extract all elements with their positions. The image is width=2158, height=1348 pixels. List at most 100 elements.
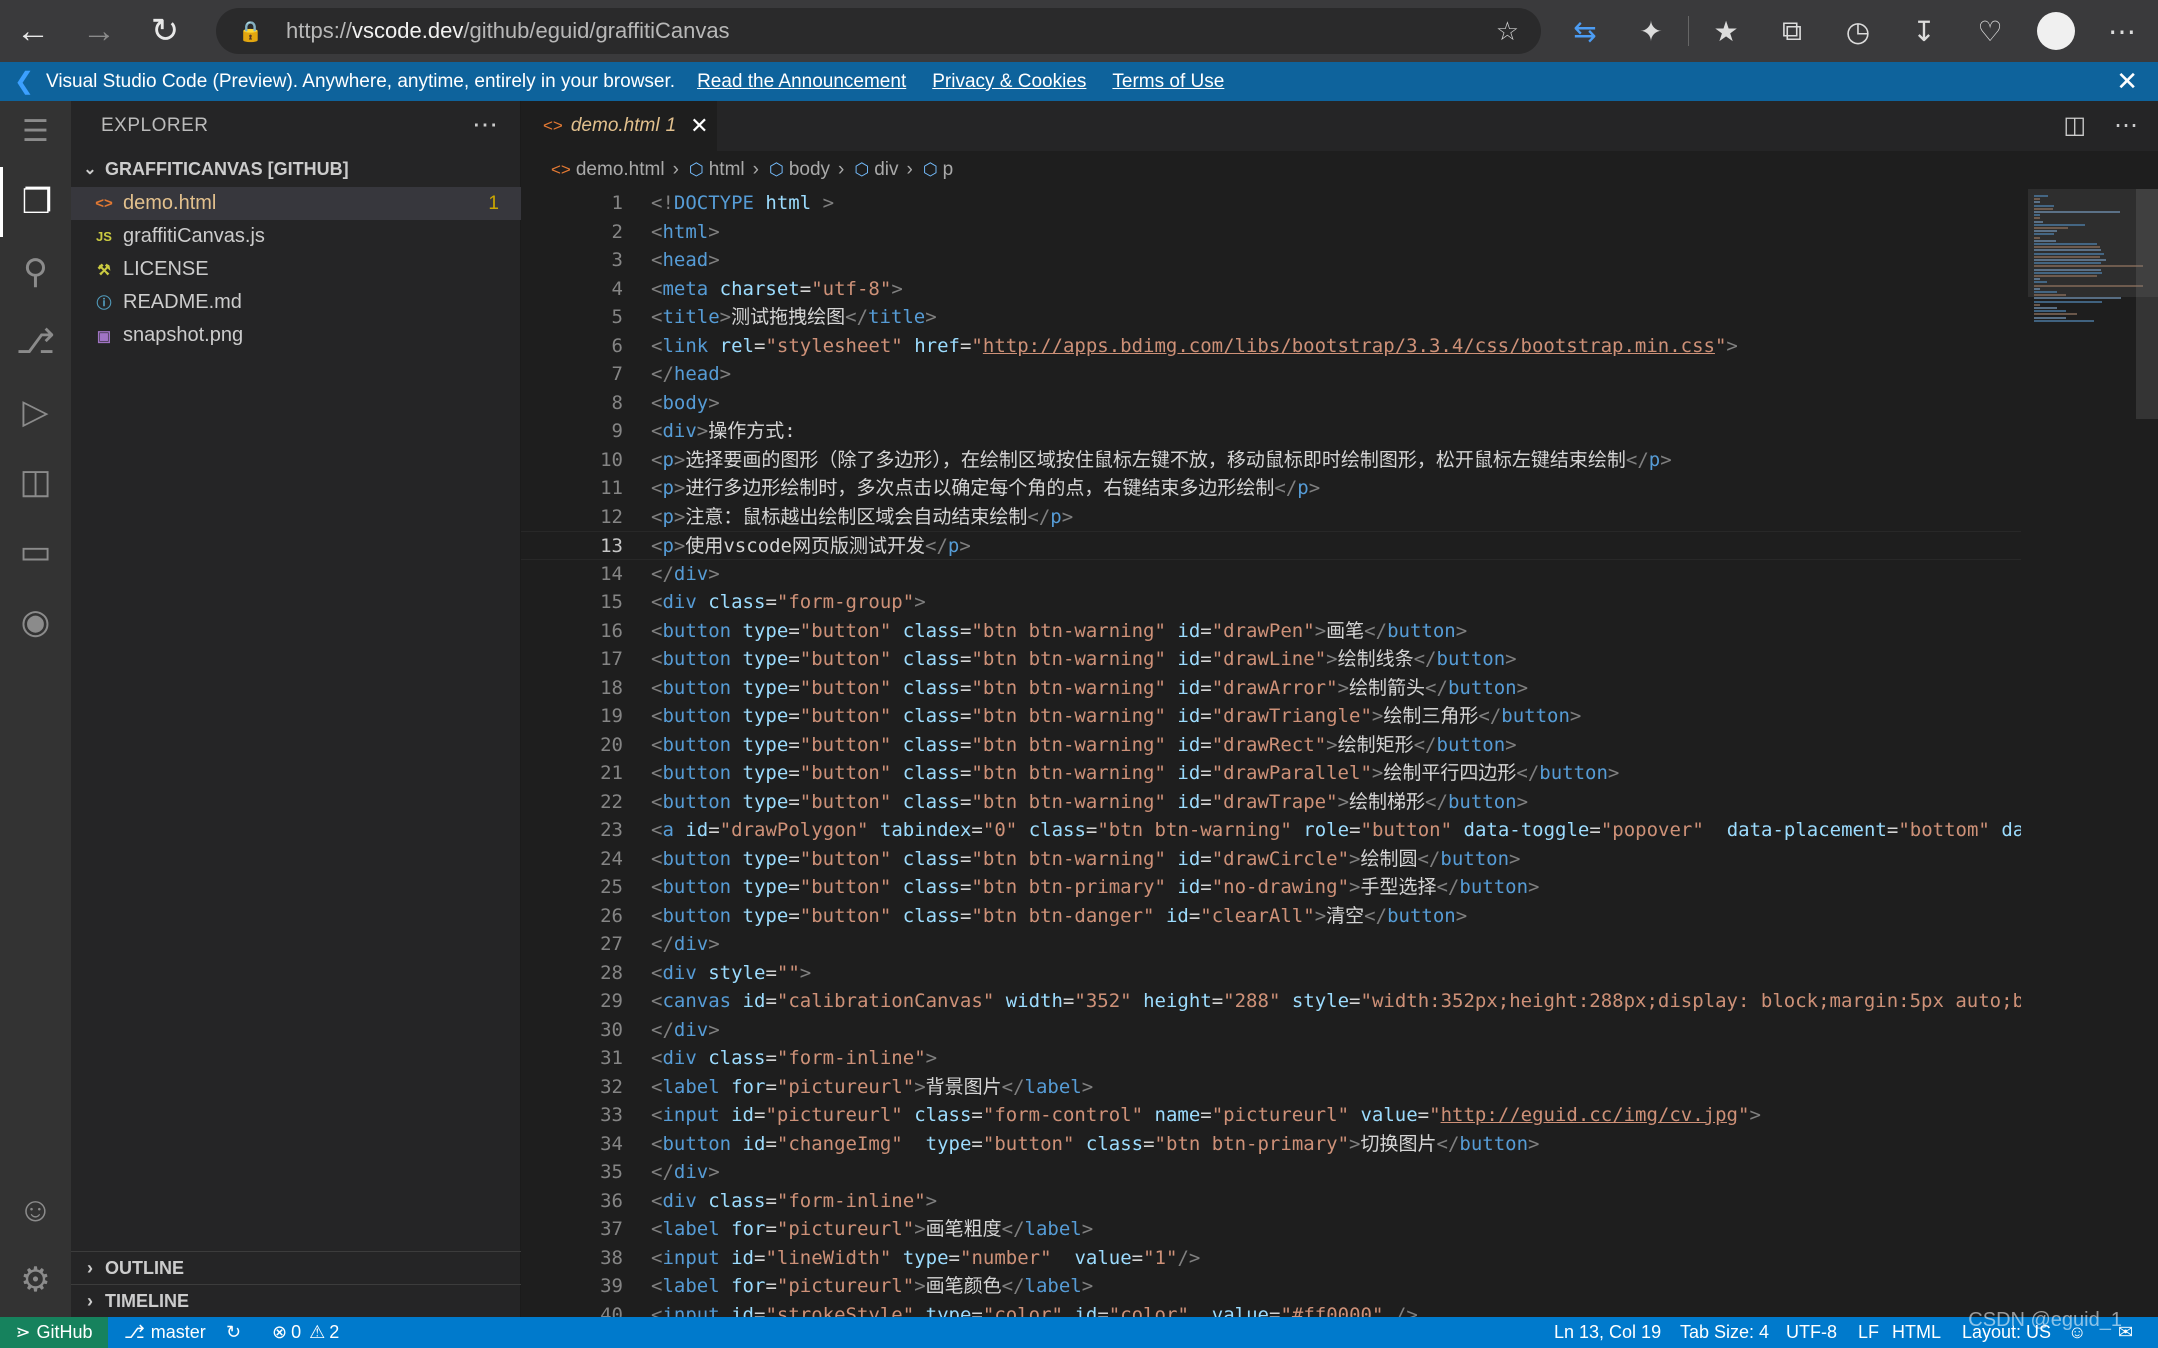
code-line[interactable]: 23 <a id="drawPolygon" tabindex="0" class… [521,816,2021,845]
outline-section-header[interactable]: › OUTLINE [71,1251,521,1284]
code-line[interactable]: 10 <p>选择要画的图形（除了多边形），在绘制区域按住鼠标左键不放，移动鼠标即时… [521,446,2021,475]
breadcrumb-item[interactable]: ⬡ div [844,159,898,181]
address-bar[interactable]: 🔒 https://vscode.dev/github/eguid/graffi… [216,8,1541,54]
run-debug-icon[interactable]: ▷ [0,377,71,447]
sync-icon[interactable]: ↻ [226,1317,241,1348]
search-icon[interactable]: ⚲ [0,237,71,307]
breadcrumb-item[interactable]: ⬡ p [913,159,953,181]
collections-icon[interactable]: ⧉ [1759,0,1825,62]
code-editor[interactable]: 1 <!DOCTYPE html > 2 <html> 3 <head> 4 <meta ch… [521,189,2021,1317]
extensions-icon[interactable]: ✦ [1618,0,1684,62]
code-line[interactable]: 19 <button type="button" class="btn btn-w… [521,702,2021,731]
line-ending[interactable]: LF [1858,1317,1879,1348]
branch-indicator[interactable]: ⎇ master [124,1317,206,1348]
code-line[interactable]: 29 <canvas id="calibrationCanvas" width="… [521,987,2021,1016]
code-line[interactable]: 16 <button type="button" class="btn btn-w… [521,617,2021,646]
code-line[interactable]: 22 <button type="button" class="btn btn-w… [521,788,2021,817]
code-line[interactable]: 24 <button type="button" class="btn btn-w… [521,845,2021,874]
code-line[interactable]: 21 <button type="button" class="btn btn-w… [521,759,2021,788]
remote-explorer-icon[interactable]: ▭ [0,517,71,587]
tab-demo-html[interactable]: <> demo.html 1 ✕ [521,101,717,151]
code-line[interactable]: 4 <meta charset="utf-8"> [521,275,2021,304]
timeline-section-header[interactable]: › TIMELINE [71,1284,521,1317]
code-line[interactable]: 13 <p>使用vscode网页版测试开发</p> [521,531,2021,560]
code-line[interactable]: 14 </div> [521,560,2021,589]
code-line[interactable]: 17 <button type="button" class="btn btn-w… [521,645,2021,674]
split-editor-icon[interactable]: ◫ [2063,111,2086,140]
file-item-graffiticanvas-js[interactable]: JS graffitiCanvas.js [71,220,521,253]
code-line[interactable]: 39 <label for="pictureurl">画笔颜色</label> [521,1272,2021,1301]
breadcrumb-item[interactable]: ⬡ html [679,159,745,181]
code-line[interactable]: 37 <label for="pictureurl">画笔粗度</label> [521,1215,2021,1244]
breadcrumb-item[interactable]: ⬡ body [759,159,830,181]
code-line[interactable]: 36 <div class="form-inline"> [521,1187,2021,1216]
code-line[interactable]: 32 <label for="pictureurl">背景图片</label> [521,1073,2021,1102]
code-line[interactable]: 20 <button type="button" class="btn btn-w… [521,731,2021,760]
code-line[interactable]: 25 <button type="button" class="btn btn-p… [521,873,2021,902]
announcement-link[interactable]: Read the Announcement [697,71,906,93]
file-item-readme[interactable]: ⓘ README.md [71,286,521,319]
code-line[interactable]: 35 </div> [521,1158,2021,1187]
downloads-icon[interactable]: ↧ [1891,0,1957,62]
history-icon[interactable]: ◷ [1825,0,1891,62]
privacy-link[interactable]: Privacy & Cookies [932,71,1086,93]
language-mode[interactable]: HTML [1892,1317,1941,1348]
code-text: <title>测试拖拽绘图</title> [651,306,937,328]
extensions-view-icon[interactable]: ◫ [0,447,71,517]
code-line[interactable]: 9 <div>操作方式: [521,417,2021,446]
explorer-icon[interactable]: ❐ [0,167,71,237]
code-line[interactable]: 18 <button type="button" class="btn btn-w… [521,674,2021,703]
code-line[interactable]: 26 <button type="button" class="btn btn-d… [521,902,2021,931]
settings-gear-icon[interactable]: ⚙ [0,1245,71,1315]
sync-extension-icon[interactable]: ⇆ [1552,0,1618,62]
forward-arrow-icon[interactable]: → [66,0,132,62]
code-line[interactable]: 40 <input id="strokeStyle" type="color" i… [521,1301,2021,1318]
vertical-scrollbar[interactable] [2136,189,2158,419]
favorites-icon[interactable]: ★ [1693,0,1759,62]
more-actions-icon[interactable]: ⋯ [2114,111,2138,140]
file-item-snapshot-png[interactable]: ▣ snapshot.png [71,319,521,352]
reload-icon[interactable]: ↻ [132,0,198,62]
add-favorite-icon[interactable]: ☆ [1496,16,1519,47]
code-line[interactable]: 3 <head> [521,246,2021,275]
github-icon[interactable]: ◉ [0,587,71,657]
terms-link[interactable]: Terms of Use [1112,71,1224,93]
code-line[interactable]: 15 <div class="form-group"> [521,588,2021,617]
code-line[interactable]: 12 <p>注意：鼠标越出绘制区域会自动结束绘制</p> [521,503,2021,532]
repo-section-header[interactable]: ⌄ GRAFFITICANVAS [GITHUB] [71,153,521,185]
encoding[interactable]: UTF-8 [1786,1317,1837,1348]
code-line[interactable]: 7 </head> [521,360,2021,389]
cursor-position[interactable]: Ln 13, Col 19 [1554,1317,1661,1348]
url-text[interactable]: https://vscode.dev/github/eguid/graffiti… [286,18,730,44]
code-line[interactable]: 11 <p>进行多边形绘制时，多次点击以确定每个角的点，右键结束多边形绘制</p> [521,474,2021,503]
file-item-demo-html[interactable]: <> demo.html 1 [71,187,521,220]
code-line[interactable]: 34 <button id="changeImg" type="button" c… [521,1130,2021,1159]
file-item-license[interactable]: ⚒ LICENSE [71,253,521,286]
close-banner-icon[interactable]: ✕ [2116,66,2138,97]
back-arrow-icon[interactable]: ← [0,0,66,62]
menu-icon[interactable]: ☰ [0,101,71,161]
code-line[interactable]: 33 <input id="pictureurl" class="form-con… [521,1101,2021,1130]
close-tab-icon[interactable]: ✕ [690,113,708,139]
accounts-icon[interactable]: ☺ [0,1175,71,1245]
profile-avatar[interactable] [2037,12,2075,50]
browser-essentials-icon[interactable]: ♡ [1957,0,2023,62]
remote-indicator[interactable]: ⋗ GitHub [0,1317,108,1348]
code-line[interactable]: 5 <title>测试拖拽绘图</title> [521,303,2021,332]
code-line[interactable]: 30 </div> [521,1016,2021,1045]
code-line[interactable]: 27 </div> [521,930,2021,959]
line-number: 12 [600,505,623,528]
code-line[interactable]: 6 <link rel="stylesheet" href="http://app… [521,332,2021,361]
code-line[interactable]: 1 <!DOCTYPE html > [521,189,2021,218]
code-line[interactable]: 31 <div class="form-inline"> [521,1044,2021,1073]
code-line[interactable]: 38 <input id="lineWidth" type="number" va… [521,1244,2021,1273]
breadcrumb-item[interactable]: <> demo.html [521,159,665,181]
more-actions-icon[interactable]: ⋯ [472,109,498,140]
source-control-icon[interactable]: ⎇ [0,307,71,377]
code-line[interactable]: 28 <div style=""> [521,959,2021,988]
browser-menu-icon[interactable]: ⋯ [2089,0,2155,62]
code-line[interactable]: 2 <html> [521,218,2021,247]
code-line[interactable]: 8 <body> [521,389,2021,418]
problems-indicator[interactable]: ⊗ 0 ⚠ 2 [272,1317,339,1348]
tab-size[interactable]: Tab Size: 4 [1680,1317,1769,1348]
